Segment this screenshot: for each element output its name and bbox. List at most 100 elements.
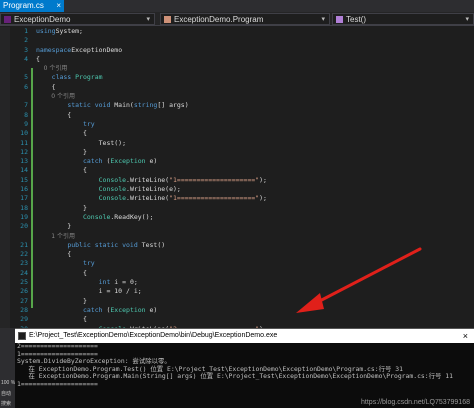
code-line[interactable]: { bbox=[36, 129, 474, 138]
navigation-bar: ExceptionDemo ▾ ExceptionDemo.Program ▾ … bbox=[0, 12, 474, 26]
code-token: [] args) bbox=[157, 101, 189, 110]
annotation-arrow-icon bbox=[296, 247, 422, 313]
project-dropdown[interactable]: ExceptionDemo ▾ bbox=[0, 13, 155, 25]
code-token: e) bbox=[145, 305, 158, 314]
codelens-reference[interactable]: 0 个引用 bbox=[36, 65, 68, 72]
code-token: class bbox=[51, 73, 72, 82]
code-line[interactable]: Console.ReadKey(); bbox=[36, 213, 474, 222]
code-token: public static void bbox=[67, 240, 138, 249]
chevron-down-icon: ▾ bbox=[321, 16, 325, 23]
autos-label[interactable]: 自动 bbox=[1, 390, 11, 397]
line-number: 1 bbox=[24, 27, 28, 35]
code-line[interactable]: class Program bbox=[36, 73, 474, 82]
code-token: try bbox=[82, 259, 95, 268]
code-line[interactable]: 0 个引用 bbox=[36, 92, 474, 101]
code-line[interactable]: { bbox=[36, 111, 474, 120]
code-line[interactable]: Test(); bbox=[36, 139, 474, 148]
codelens-reference[interactable]: 0 个引用 bbox=[36, 93, 75, 100]
codelens-reference[interactable]: 1 个引用 bbox=[36, 233, 75, 240]
line-number: 26 bbox=[20, 287, 28, 296]
line-number-gutter: 1 2 3 4 5 6 7 8 9 10 11 12 13 14 15 16 17 18 19 20 21 22 23 24 2… bbox=[10, 27, 30, 328]
code-line[interactable]: { bbox=[36, 83, 474, 92]
line-number: 23 bbox=[20, 259, 28, 268]
code-token: int bbox=[98, 278, 111, 287]
code-token: .WriteLine( bbox=[126, 175, 170, 184]
line-number: 10 bbox=[20, 129, 28, 138]
line-number: 14 bbox=[20, 166, 28, 175]
class-dropdown[interactable]: ExceptionDemo.Program ▾ bbox=[160, 13, 330, 25]
code-token: Test(); bbox=[36, 138, 127, 147]
code-token: catch bbox=[82, 157, 103, 166]
code-token: using bbox=[36, 27, 56, 35]
code-editor[interactable]: 1 2 3 4 5 6 7 8 9 10 11 12 13 14 15 16 17 18 19 20 21 22 23 24 2… bbox=[0, 27, 474, 328]
code-line[interactable]: Console.WriteLine(e); bbox=[36, 185, 474, 194]
code-token: { bbox=[36, 110, 72, 119]
code-token: Console bbox=[82, 212, 111, 221]
document-tab-strip: Program.cs × bbox=[0, 0, 474, 12]
close-icon[interactable]: × bbox=[463, 329, 468, 343]
code-token: Console bbox=[98, 175, 127, 184]
line-number bbox=[10, 232, 30, 241]
editor-margin bbox=[0, 27, 10, 328]
arrow-shaft bbox=[310, 247, 422, 307]
code-token: try bbox=[82, 119, 95, 128]
code-token: .WriteLine(e); bbox=[126, 185, 181, 194]
code-token: } bbox=[36, 147, 87, 156]
line-number: 12 bbox=[20, 147, 28, 156]
code-token: ); bbox=[259, 194, 267, 203]
line-number: 4 bbox=[24, 54, 28, 63]
code-line[interactable]: catch (Exception e) bbox=[36, 157, 474, 166]
member-dropdown[interactable]: Test() ▾ bbox=[332, 13, 474, 25]
line-number: 15 bbox=[20, 175, 28, 184]
line-number: 3 bbox=[24, 45, 28, 54]
code-token: { bbox=[36, 315, 87, 324]
code-line[interactable]: Console.WriteLine("1====================… bbox=[36, 194, 474, 203]
line-number: 20 bbox=[20, 222, 28, 231]
code-line[interactable]: } bbox=[36, 204, 474, 213]
code-line[interactable]: static void Main(string[] args) bbox=[36, 101, 474, 110]
code-token: { bbox=[36, 166, 87, 175]
console-app-icon bbox=[18, 332, 26, 340]
code-line[interactable]: Console.WriteLine("1====================… bbox=[36, 176, 474, 185]
tab-label: Program.cs bbox=[3, 1, 44, 10]
code-token: ); bbox=[259, 175, 267, 184]
close-icon[interactable]: × bbox=[56, 0, 61, 12]
line-number: 28 bbox=[20, 305, 28, 314]
code-token: { bbox=[36, 54, 40, 63]
code-line[interactable]: { bbox=[36, 166, 474, 175]
zoom-level[interactable]: 100 % bbox=[1, 380, 15, 386]
code-line[interactable]: try bbox=[36, 120, 474, 129]
line-number: 22 bbox=[20, 250, 28, 259]
arrow-head bbox=[296, 293, 324, 313]
project-dropdown-label: ExceptionDemo bbox=[14, 15, 71, 24]
code-token: .WriteLine( bbox=[126, 194, 170, 203]
code-line[interactable]: usingSystem; bbox=[36, 27, 474, 36]
class-icon bbox=[164, 16, 171, 23]
code-token: Main( bbox=[110, 101, 134, 110]
code-token: Test() bbox=[137, 240, 166, 249]
code-line[interactable]: { bbox=[36, 55, 474, 64]
code-line[interactable]: } bbox=[36, 222, 474, 231]
console-window[interactable]: E:\Project_Test\ExceptionDemo\ExceptionD… bbox=[15, 328, 474, 408]
line-number: 2 bbox=[24, 36, 28, 45]
code-line[interactable]: namespaceExceptionDemo bbox=[36, 46, 474, 55]
line-number: 8 bbox=[24, 110, 28, 119]
code-token: i = 10 / i; bbox=[36, 287, 142, 296]
code-line[interactable] bbox=[36, 36, 474, 45]
line-number: 27 bbox=[20, 296, 28, 305]
code-line[interactable]: } bbox=[36, 148, 474, 157]
code-line[interactable]: 0 个引用 bbox=[36, 64, 474, 73]
class-dropdown-label: ExceptionDemo.Program bbox=[174, 15, 264, 24]
code-token: { bbox=[36, 82, 56, 91]
console-titlebar[interactable]: E:\Project_Test\ExceptionDemo\ExceptionD… bbox=[15, 329, 474, 343]
code-token: } bbox=[36, 203, 87, 212]
code-line[interactable]: 1 个引用 bbox=[36, 232, 474, 241]
tab-program-cs[interactable]: Program.cs × bbox=[0, 0, 64, 12]
search-label[interactable]: 搜索 bbox=[1, 400, 11, 407]
